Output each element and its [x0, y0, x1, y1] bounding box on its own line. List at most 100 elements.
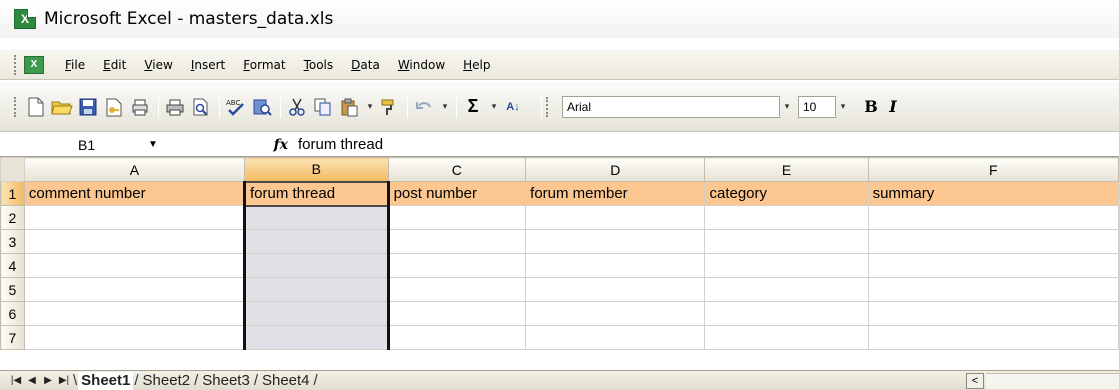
row-header[interactable]: 3 [0, 229, 25, 254]
cell-e1[interactable]: category [704, 181, 869, 206]
toolbar-grip[interactable] [14, 96, 18, 117]
menu-edit[interactable]: Edit [94, 58, 135, 72]
cut-icon[interactable] [285, 95, 309, 119]
row-header[interactable]: 6 [0, 301, 25, 326]
cell-d1[interactable]: forum member [525, 181, 706, 206]
open-folder-icon[interactable] [50, 95, 74, 119]
formula-input[interactable]: forum thread [298, 136, 383, 153]
menu-window[interactable]: Window [389, 58, 454, 72]
tab-sheet1[interactable]: Sheet1 [78, 371, 134, 390]
autosum-dropdown-icon[interactable]: ▾ [487, 97, 501, 117]
cell[interactable] [704, 253, 869, 278]
menu-grip[interactable] [14, 54, 18, 75]
cell[interactable] [243, 229, 390, 254]
print-icon[interactable] [163, 95, 187, 119]
cell[interactable] [704, 229, 869, 254]
font-name-dropdown-icon[interactable]: ▾ [780, 97, 794, 117]
menu-format[interactable]: Format [234, 58, 294, 72]
name-box[interactable]: B1 ▼ [0, 134, 200, 156]
cell[interactable] [243, 277, 390, 302]
font-name-box[interactable]: Arial [562, 95, 780, 118]
cell[interactable] [525, 301, 706, 326]
column-header-d[interactable]: D [525, 157, 706, 182]
formatting-toolbar-grip[interactable] [546, 96, 550, 117]
font-size-dropdown-icon[interactable]: ▾ [836, 97, 850, 117]
paste-icon[interactable] [337, 95, 361, 119]
cell[interactable] [525, 205, 706, 230]
row-header[interactable]: 4 [0, 253, 25, 278]
column-header-c[interactable]: C [387, 157, 527, 182]
undo-dropdown-icon[interactable]: ▾ [438, 97, 452, 117]
tab-sheet4[interactable]: Sheet4 [259, 372, 313, 390]
tab-sheet3[interactable]: Sheet3 [199, 372, 253, 390]
cell[interactable] [243, 301, 390, 326]
excel-app-icon[interactable]: X [14, 9, 36, 29]
cell-f1[interactable]: summary [867, 181, 1119, 206]
research-icon[interactable] [250, 95, 274, 119]
cell[interactable] [23, 205, 246, 230]
bold-button[interactable]: B [860, 97, 882, 116]
paste-options-dropdown-icon[interactable]: ▾ [363, 97, 377, 117]
sort-ascending-icon[interactable]: A↓ [501, 95, 525, 119]
italic-button[interactable]: I [882, 97, 904, 116]
cell[interactable] [704, 325, 869, 350]
cell[interactable] [704, 301, 869, 326]
cell-a1[interactable]: comment number [23, 181, 246, 206]
row-header[interactable]: 1 [0, 181, 25, 206]
row-header[interactable]: 5 [0, 277, 25, 302]
last-sheet-icon[interactable]: ▶| [56, 375, 72, 386]
cell[interactable] [387, 301, 527, 326]
cell[interactable] [23, 229, 246, 254]
cell[interactable] [387, 205, 527, 230]
cell[interactable] [243, 253, 390, 278]
cell[interactable] [23, 301, 246, 326]
workbook-icon[interactable]: X [24, 55, 44, 74]
cell[interactable] [704, 205, 869, 230]
menu-data[interactable]: Data [342, 58, 389, 72]
cell[interactable] [243, 325, 390, 350]
cell[interactable] [387, 277, 527, 302]
select-all-corner[interactable] [0, 157, 25, 182]
column-header-e[interactable]: E [704, 157, 869, 182]
print-preview-icon[interactable] [189, 95, 213, 119]
cell[interactable] [387, 229, 527, 254]
column-header-f[interactable]: F [867, 157, 1119, 182]
undo-icon[interactable] [412, 95, 436, 119]
format-painter-icon[interactable] [377, 95, 401, 119]
cell[interactable] [867, 277, 1119, 302]
tab-sheet2[interactable]: Sheet2 [140, 372, 194, 390]
cell[interactable] [525, 229, 706, 254]
cell[interactable] [867, 253, 1119, 278]
row-header[interactable]: 2 [0, 205, 25, 230]
cell[interactable] [867, 205, 1119, 230]
next-sheet-icon[interactable]: ▶ [40, 375, 56, 386]
permission-icon[interactable] [102, 95, 126, 119]
horizontal-scrollbar[interactable] [986, 373, 1119, 389]
previous-sheet-icon[interactable]: ◀ [24, 375, 40, 386]
menu-help[interactable]: Help [454, 58, 499, 72]
menu-view[interactable]: View [135, 58, 181, 72]
column-header-b[interactable]: B [244, 157, 389, 182]
menu-file[interactable]: File [56, 58, 94, 72]
column-header-a[interactable]: A [23, 157, 246, 182]
print-area-icon[interactable] [128, 95, 152, 119]
new-document-icon[interactable] [24, 95, 48, 119]
insert-function-icon[interactable]: fx [258, 137, 298, 153]
row-header[interactable]: 7 [0, 325, 25, 350]
autosum-icon[interactable]: Σ [461, 95, 485, 119]
spelling-icon[interactable]: ABC [224, 95, 248, 119]
cell-c1[interactable]: post number [387, 181, 527, 206]
cell[interactable] [867, 325, 1119, 350]
cell[interactable] [525, 277, 706, 302]
menu-tools[interactable]: Tools [295, 58, 343, 72]
cell[interactable] [23, 253, 246, 278]
cell[interactable] [23, 325, 246, 350]
copy-icon[interactable] [311, 95, 335, 119]
scroll-left-icon[interactable]: < [966, 373, 984, 389]
cell[interactable] [525, 253, 706, 278]
cell[interactable] [704, 277, 869, 302]
cell[interactable] [387, 253, 527, 278]
cell-b1[interactable]: forum thread [243, 180, 390, 207]
menu-insert[interactable]: Insert [182, 58, 234, 72]
font-size-box[interactable]: 10 [798, 95, 836, 118]
